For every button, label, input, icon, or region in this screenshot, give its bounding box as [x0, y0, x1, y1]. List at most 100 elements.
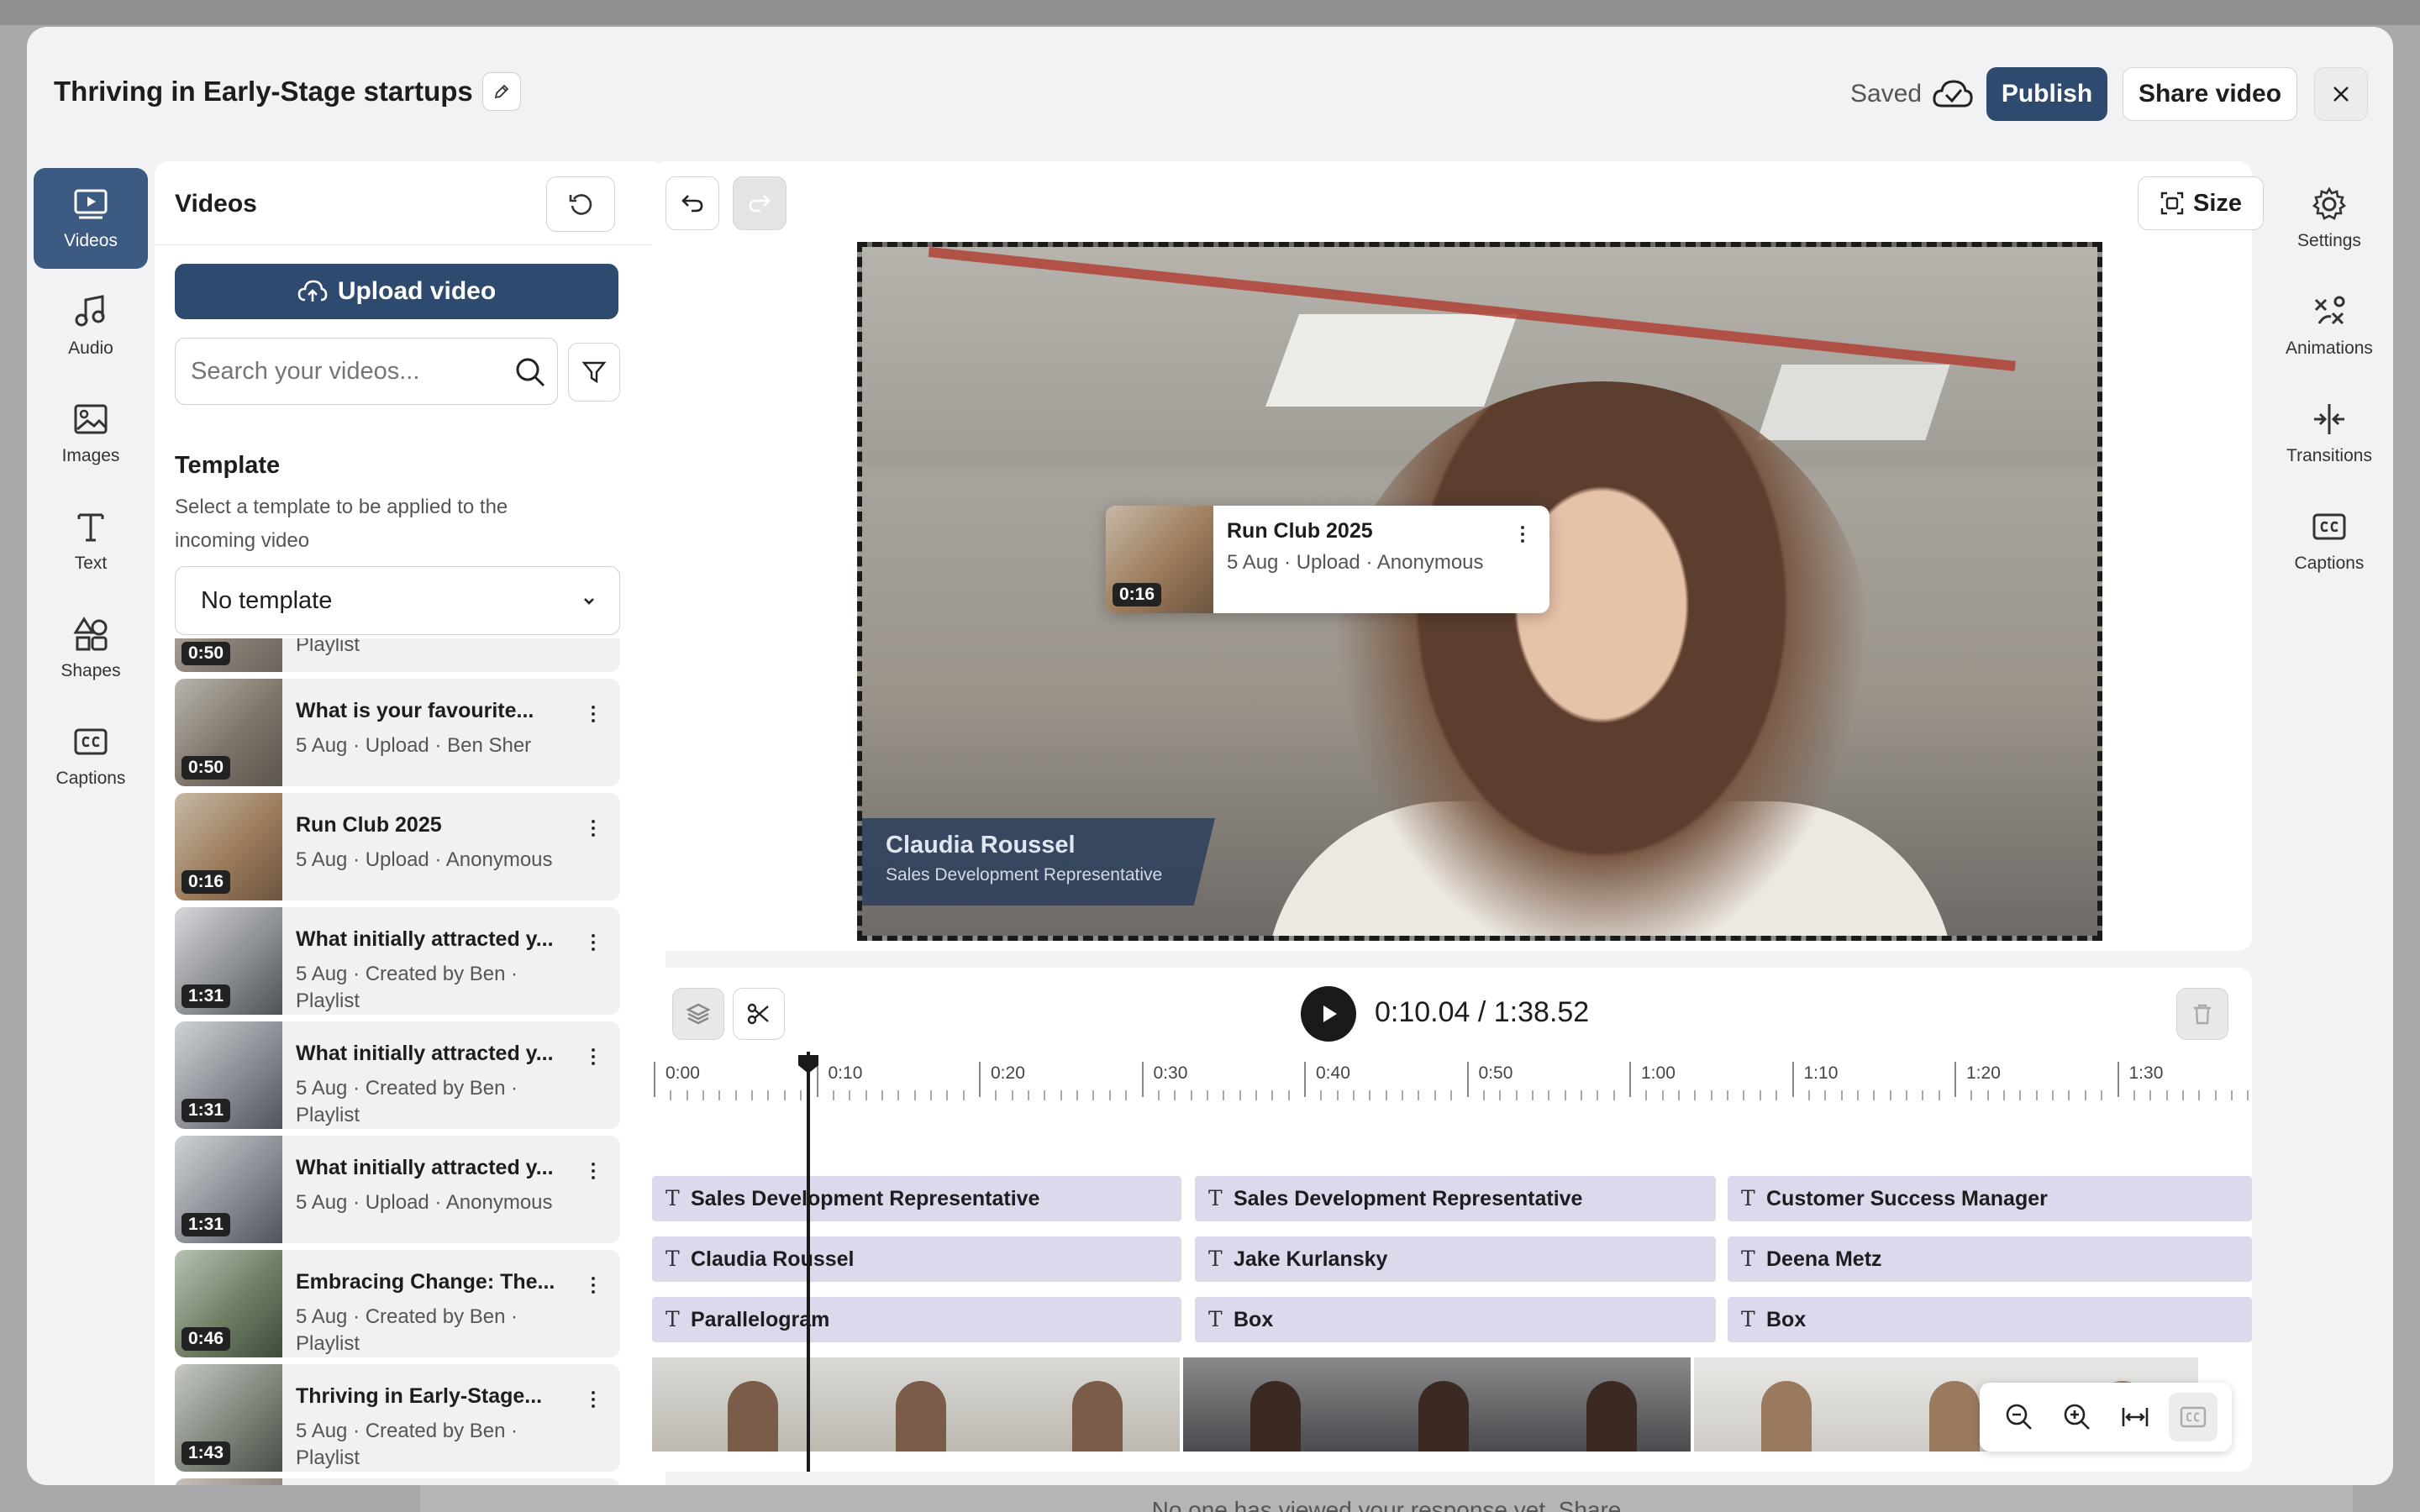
- undo-icon: [681, 195, 703, 213]
- filter-button[interactable]: [568, 343, 620, 402]
- lower-third-name: Claudia Roussel: [886, 832, 1076, 858]
- video-thumbnail: 1:31: [175, 1021, 282, 1129]
- nav-settings[interactable]: Settings: [2272, 168, 2386, 269]
- video-list-item[interactable]: 0:46 Embracing Change: The... 5 Aug · Cr…: [175, 1250, 620, 1357]
- video-thumbnail: 0:16: [175, 793, 282, 900]
- zoom-in-button[interactable]: [2053, 1393, 2102, 1441]
- more-options-icon[interactable]: [585, 1268, 602, 1302]
- text-icon: T: [666, 1307, 680, 1331]
- text-clip[interactable]: T Sales Development Representative: [652, 1176, 1181, 1221]
- search-icon[interactable]: [514, 356, 546, 388]
- ruler-minor-tick: [1727, 1090, 1729, 1100]
- ruler-major-tick: [1466, 1062, 1469, 1097]
- nav-videos-label: Videos: [64, 231, 118, 250]
- ruler-minor-tick: [686, 1090, 688, 1100]
- video-frame-thumb: [1519, 1357, 1691, 1452]
- video-title: Embracing Change: The...: [296, 1270, 555, 1294]
- video-list-item[interactable]: 0:50 Playlist: [175, 638, 620, 672]
- nav-animations[interactable]: Animations: [2272, 276, 2386, 376]
- split-button[interactable]: [733, 988, 785, 1040]
- nav-videos[interactable]: Videos: [34, 168, 148, 269]
- template-description: Select a template to be applied to the i…: [175, 496, 508, 552]
- captions-toggle-button[interactable]: [2168, 1393, 2217, 1441]
- ruler-minor-tick: [995, 1090, 997, 1100]
- video-list-item[interactable]: 1:31 What initially attracted y... 5 Aug…: [175, 1136, 620, 1243]
- left-toolbar: Videos Audio Images Text Shapes Captions: [34, 168, 148, 813]
- nav-captions[interactable]: Captions: [34, 706, 148, 806]
- share-video-button[interactable]: Share video: [2123, 67, 2297, 121]
- text-clip[interactable]: T Claudia Roussel: [652, 1236, 1181, 1282]
- videos-panel-header: Videos: [155, 161, 666, 245]
- more-options-icon[interactable]: [585, 697, 602, 731]
- video-list-item[interactable]: [175, 1478, 620, 1485]
- more-options-icon[interactable]: [585, 811, 602, 845]
- text-clip[interactable]: T Customer Success Manager: [1728, 1176, 2252, 1221]
- video-frame-thumb: [988, 1357, 1180, 1452]
- undo-button[interactable]: [666, 176, 719, 230]
- delete-button[interactable]: [2176, 988, 2228, 1040]
- dragged-video-card[interactable]: 0:16 Run Club 2025 5 Aug · Upload · Anon…: [1106, 506, 1549, 613]
- video-list-item[interactable]: 0:16 Run Club 2025 5 Aug · Upload · Anon…: [175, 793, 620, 900]
- text-clip[interactable]: T Jake Kurlansky: [1195, 1236, 1716, 1282]
- play-button[interactable]: [1301, 986, 1356, 1042]
- more-options-icon[interactable]: [585, 1154, 602, 1188]
- video-duration: 0:50: [182, 756, 231, 780]
- lower-third[interactable]: Claudia Roussel Sales Development Repres…: [862, 818, 1215, 906]
- video-list-item[interactable]: 1:43 Thriving in Early-Stage... 5 Aug · …: [175, 1364, 620, 1472]
- video-list-item[interactable]: 1:31 What initially attracted y... 5 Aug…: [175, 1021, 620, 1129]
- shape-clip[interactable]: T Parallelogram: [652, 1297, 1181, 1342]
- ruler-minor-tick: [1807, 1090, 1810, 1100]
- ruler-minor-tick: [1157, 1090, 1160, 1100]
- ruler-minor-tick: [1580, 1090, 1582, 1100]
- more-options-icon[interactable]: [585, 1040, 602, 1074]
- ruler-minor-tick: [962, 1090, 965, 1100]
- video-meta: 5 Aug · Created by Ben · Playlist: [296, 1420, 518, 1469]
- video-thumbnail: 1:31: [175, 907, 282, 1015]
- ruler-minor-tick: [2247, 1090, 2249, 1100]
- video-title: Thriving in Early-Stage...: [296, 1384, 543, 1408]
- video-meta: 5 Aug · Upload · Ben Sher: [296, 734, 532, 757]
- ruler-minor-tick: [2214, 1090, 2217, 1100]
- nav-audio-label: Audio: [68, 339, 113, 358]
- refresh-button[interactable]: [546, 176, 615, 232]
- publish-button[interactable]: Publish: [1986, 67, 2107, 121]
- clip-label: Box: [1234, 1307, 1274, 1331]
- video-list-item[interactable]: 0:50 What is your favourite... 5 Aug · U…: [175, 679, 620, 786]
- layers-button[interactable]: [672, 988, 724, 1040]
- nav-images[interactable]: Images: [34, 383, 148, 484]
- video-list-item[interactable]: 1:31 What initially attracted y... 5 Aug…: [175, 907, 620, 1015]
- ruler-minor-tick: [2198, 1090, 2201, 1100]
- video-duration: 1:31: [182, 1099, 231, 1122]
- ruler-minor-tick: [800, 1090, 802, 1100]
- ruler-major-tick: [2117, 1062, 2119, 1097]
- redo-button[interactable]: [733, 176, 786, 230]
- text-clip[interactable]: T Deena Metz: [1728, 1236, 2252, 1282]
- shape-clip[interactable]: T Box: [1195, 1297, 1716, 1342]
- captions-icon: [2312, 513, 2346, 540]
- more-options-icon[interactable]: [1514, 517, 1531, 551]
- nav-transitions[interactable]: Transitions: [2272, 383, 2386, 484]
- nav-text[interactable]: Text: [34, 491, 148, 591]
- nav-shapes[interactable]: Shapes: [34, 598, 148, 699]
- fit-timeline-button[interactable]: [2111, 1393, 2160, 1441]
- nav-right-captions[interactable]: Captions: [2272, 491, 2386, 591]
- timeline-ruler[interactable]: 0:00 0:10 0:20 0:30 0:40 0:50 1:00 1:10 1:20 1:30: [652, 1057, 2252, 1116]
- zoom-out-button[interactable]: [1995, 1393, 2044, 1441]
- search-input[interactable]: [175, 338, 558, 405]
- ruler-minor-tick: [1515, 1090, 1518, 1100]
- nav-audio[interactable]: Audio: [34, 276, 148, 376]
- shape-clip[interactable]: T Box: [1728, 1297, 2252, 1342]
- template-select[interactable]: No template: [175, 566, 620, 635]
- ruler-minor-tick: [832, 1090, 834, 1100]
- close-button[interactable]: [2314, 67, 2368, 121]
- edit-title-button[interactable]: [482, 72, 521, 111]
- upload-video-button[interactable]: Upload video: [175, 264, 618, 319]
- ruler-major-tick: [1141, 1062, 1144, 1097]
- more-options-icon[interactable]: [585, 1383, 602, 1416]
- video-list: 0:50 Playlist 0:50 What is your favourit…: [175, 638, 620, 1485]
- ruler-minor-tick: [2068, 1090, 2070, 1100]
- size-button[interactable]: Size: [2138, 176, 2264, 230]
- text-clip[interactable]: T Sales Development Representative: [1195, 1176, 1716, 1221]
- playhead[interactable]: [807, 1052, 810, 1472]
- more-options-icon[interactable]: [585, 926, 602, 959]
